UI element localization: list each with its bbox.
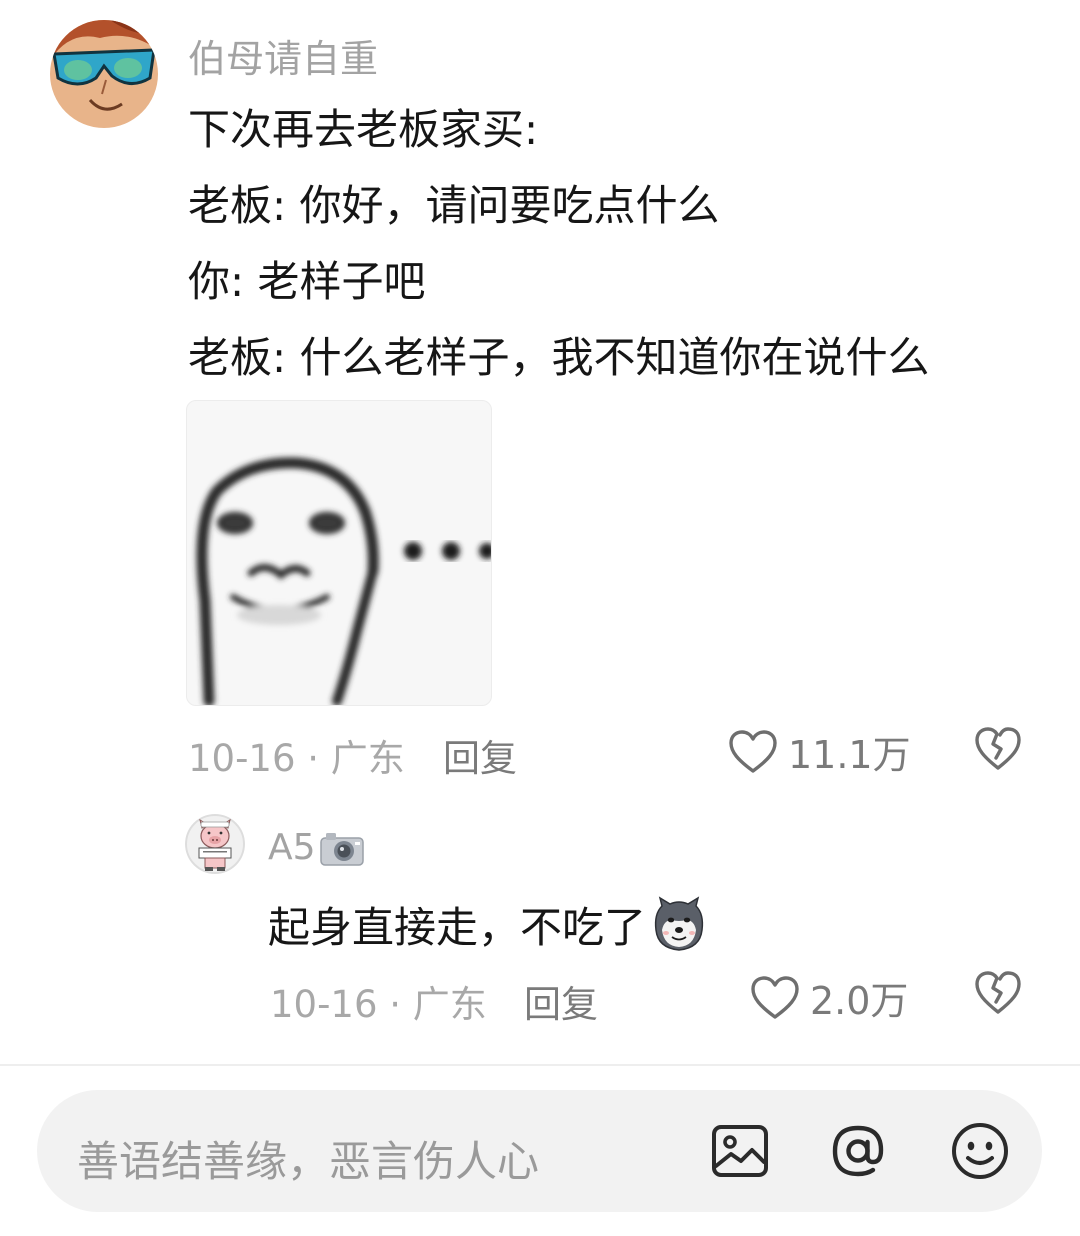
comment-item: 伯母请自重 下次再去老板家买: 老板: 你好，请问要吃点什么 你: 老样子吧 老… [0, 0, 1080, 800]
camera-emoji [319, 832, 364, 866]
comment-input-bar[interactable]: 善语结善缘，恶言伤人心 [37, 1090, 1042, 1212]
heart-icon [729, 729, 777, 773]
like-count: 11.1万 [788, 733, 911, 777]
comment-text-line: 你: 老样子吧 [188, 257, 426, 306]
comment-text-line: 老板: 你好，请问要吃点什么 [188, 181, 720, 230]
sticker-image[interactable] [186, 400, 492, 706]
reply-meta: 10-16 · 广东 [270, 983, 487, 1026]
doodle-face-sticker [196, 457, 491, 705]
dislike-button[interactable] [974, 726, 1022, 776]
broken-heart-icon [975, 727, 1021, 770]
heart-icon [751, 975, 799, 1019]
reply-text-content: 起身直接走，不吃了 [268, 903, 647, 952]
doge-emoji [654, 895, 704, 951]
username-text: A5 [268, 827, 316, 868]
dislike-button[interactable] [974, 970, 1022, 1020]
emoji-icon[interactable] [949, 1120, 1011, 1182]
reply-text: 起身直接走，不吃了 [268, 894, 708, 955]
like-count: 2.0万 [810, 979, 909, 1023]
like-button[interactable]: 11.1万 [728, 724, 911, 779]
reply-button[interactable]: 回复 [524, 974, 598, 1028]
image-icon[interactable] [709, 1120, 771, 1182]
comment-text-line: 下次再去老板家买: [188, 105, 539, 154]
user-avatar[interactable] [50, 20, 158, 128]
comment-meta: 10-16 · 广东 [188, 737, 405, 780]
avatar-image [50, 20, 158, 128]
at-icon[interactable] [827, 1120, 889, 1182]
piggy-avatar [185, 814, 245, 874]
reply-button[interactable]: 回复 [443, 728, 517, 782]
username[interactable]: A5 [268, 827, 366, 868]
user-avatar[interactable] [185, 814, 245, 874]
comment-input-placeholder[interactable]: 善语结善缘，恶言伤人心 [77, 1128, 539, 1189]
username[interactable]: 伯母请自重 [188, 28, 378, 83]
broken-heart-icon [975, 971, 1021, 1014]
reply-item: A5 起身直接走，不吃了 10-16 · 广东 回复 2.0万 [0, 800, 1080, 1040]
comment-text-line: 老板: 什么老样子，我不知道你在说什么 [188, 333, 930, 382]
divider [0, 1064, 1080, 1066]
like-button[interactable]: 2.0万 [750, 970, 908, 1025]
